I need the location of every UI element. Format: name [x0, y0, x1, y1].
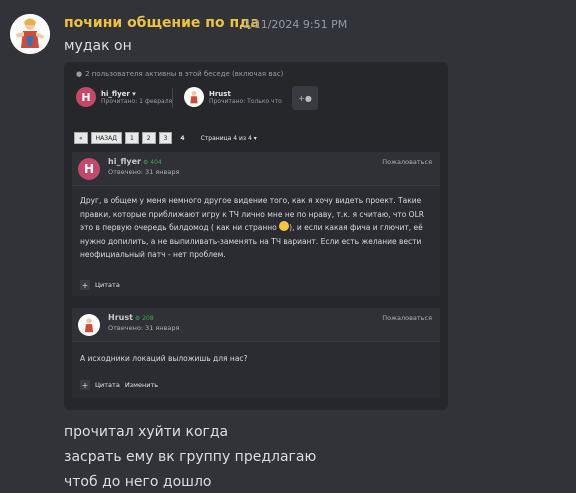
message-text: чтоб до него дошло — [64, 474, 212, 490]
message-username[interactable]: почини общение по пда — [64, 15, 260, 31]
divider — [172, 88, 173, 108]
participant-name: hi_flyer — [101, 89, 130, 98]
forum-post: Hrust ⚙ 208 Отвечено: 31 января Пожаловат… — [72, 308, 440, 398]
quote-button[interactable]: Цитата — [95, 281, 120, 289]
plus-icon[interactable]: + — [80, 380, 90, 390]
post-avatar[interactable] — [78, 314, 100, 336]
post-body: А исходники локаций выложишь для нас? — [80, 354, 248, 363]
post-author[interactable]: hi_flyer — [108, 157, 141, 166]
post-avatar[interactable]: H — [78, 158, 100, 180]
post-date: Отвечено: 31 января — [108, 168, 180, 176]
post-header: Hrust ⚙ 208 Отвечено: 31 января Пожаловат… — [72, 308, 440, 342]
post-actions: + Цитата — [80, 280, 120, 290]
participant-avatar: H — [76, 87, 96, 107]
first-page-button[interactable]: « — [74, 132, 88, 144]
page-button-current: 4 — [175, 132, 190, 144]
chevron-down-icon: ▾ — [132, 89, 136, 98]
users-icon: ● — [76, 70, 83, 78]
active-users-bar: ● 2 пользователя активны в этой беседе (… — [76, 70, 283, 78]
chevron-down-icon: ▾ — [253, 134, 257, 142]
reputation-icon: ⚙ — [134, 315, 141, 322]
pagination: « НАЗАД 1 2 3 4 Страница 4 из 4 ▾ — [74, 132, 257, 144]
active-users-text: 2 пользователя активны в этой беседе (вк… — [85, 70, 284, 78]
post-body: Друг, в общем у меня немного другое виде… — [80, 196, 424, 259]
post-reputation: 208 — [142, 315, 154, 322]
page-jump-dropdown[interactable]: Страница 4 из 4 ▾ — [201, 135, 257, 142]
message-text: засрать ему вк группу предлагаю — [64, 449, 317, 465]
post-actions: + Цитата Изменить — [80, 380, 158, 390]
embedded-screenshot[interactable]: ● 2 пользователя активны в этой беседе (… — [64, 62, 448, 410]
page-button-2[interactable]: 2 — [141, 132, 156, 144]
plus-icon[interactable]: + — [80, 280, 90, 290]
report-link[interactable]: Пожаловаться — [382, 314, 432, 322]
participant-avatar — [184, 87, 204, 107]
participant-name: Hrust — [209, 89, 231, 98]
prev-page-button[interactable]: НАЗАД — [90, 132, 122, 144]
reputation-icon: ⚙ — [142, 159, 149, 166]
message-timestamp: 2/11/2024 9:51 PM — [243, 18, 348, 31]
report-link[interactable]: Пожаловаться — [382, 158, 432, 166]
message-text: прочитал хуйти когда — [64, 424, 229, 440]
participant-status: Прочитано: Только что — [209, 97, 282, 105]
post-header: H hi_flyer ⚙ 404 Отвечено: 31 января Пожа… — [72, 152, 440, 186]
post-date: Отвечено: 31 января — [108, 324, 180, 332]
page-button-1[interactable]: 1 — [124, 132, 139, 144]
page-button-3[interactable]: 3 — [158, 132, 173, 144]
forum-post: H hi_flyer ⚙ 404 Отвечено: 31 января Пожа… — [72, 152, 440, 296]
participant-hrust[interactable]: Hrust Прочитано: Только что — [184, 87, 282, 107]
grin-emoji-icon — [279, 221, 290, 231]
participant-status: Прочитано: 1 февраля — [101, 97, 173, 105]
participant-hi-flyer[interactable]: H hi_flyer ▾ Прочитано: 1 февраля — [76, 87, 172, 107]
edit-button[interactable]: Изменить — [125, 381, 158, 389]
post-author[interactable]: Hrust — [108, 313, 133, 322]
post-reputation: 404 — [150, 159, 162, 166]
add-user-icon: +● — [298, 93, 312, 103]
message-text: мудак он — [64, 38, 132, 54]
add-participant-button[interactable]: +● — [292, 86, 318, 110]
user-avatar[interactable] — [10, 14, 50, 54]
quote-button[interactable]: Цитата — [95, 381, 120, 389]
